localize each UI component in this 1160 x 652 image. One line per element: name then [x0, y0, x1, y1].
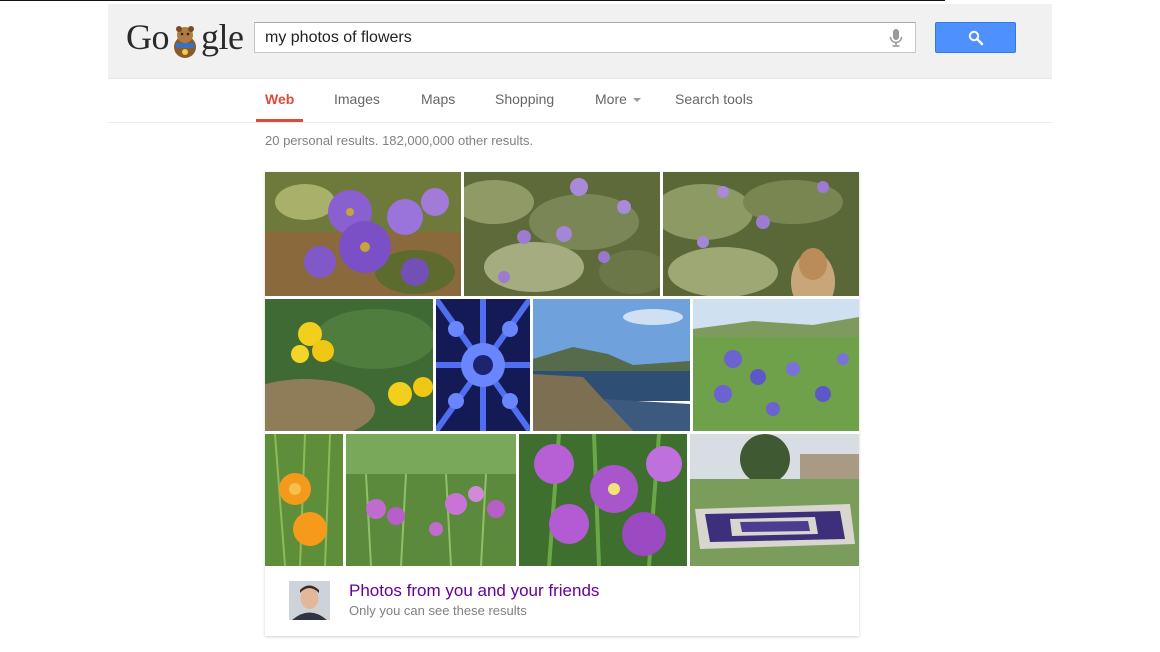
avatar	[289, 581, 330, 620]
tab-more-label: More	[595, 91, 627, 107]
google-doodle-logo[interactable]: Go gle	[126, 14, 244, 60]
results-stats: 20 personal results. 182,000,000 other r…	[265, 133, 534, 148]
search-button[interactable]	[935, 22, 1016, 53]
photo-attribution[interactable]: Photos from you and your friends Only yo…	[265, 568, 859, 636]
tab-more[interactable]: More	[595, 78, 641, 122]
photos-link[interactable]: Photos from you and your friends	[349, 581, 599, 601]
photo-thumbnail[interactable]	[663, 172, 859, 296]
personal-photos-result: Photos from you and your friends Only yo…	[265, 172, 859, 636]
logo-text-start: Go	[126, 17, 170, 57]
tab-web[interactable]: Web	[255, 78, 304, 122]
photo-thumbnail[interactable]	[265, 299, 433, 431]
tab-shopping[interactable]: Shopping	[495, 78, 554, 122]
photo-thumbnail[interactable]	[265, 172, 461, 296]
logo-text-end: gle	[201, 17, 244, 57]
photo-thumbnail[interactable]	[436, 299, 530, 431]
tab-search-tools[interactable]: Search tools	[675, 78, 753, 122]
chevron-down-icon	[632, 98, 641, 103]
photo-thumbnail[interactable]	[519, 434, 687, 566]
microphone-icon[interactable]	[889, 29, 903, 47]
tab-images[interactable]: Images	[334, 78, 380, 122]
tab-maps[interactable]: Maps	[421, 78, 455, 122]
search-header: Go gle my photos of flowers	[108, 4, 1052, 79]
top-border-line	[0, 0, 945, 1]
photo-thumbnail[interactable]	[533, 299, 690, 431]
photo-thumbnail[interactable]	[346, 434, 516, 566]
search-icon	[968, 30, 984, 46]
photo-thumbnail[interactable]	[690, 434, 859, 566]
logo-mascot-icon	[174, 25, 196, 58]
photo-thumbnail[interactable]	[265, 434, 343, 566]
photo-thumbnail[interactable]	[464, 172, 660, 296]
search-results-page: Go gle my photos of flowers Web Images M…	[108, 4, 1052, 652]
search-query-text: my photos of flowers	[265, 29, 412, 46]
photo-thumbnail[interactable]	[693, 299, 859, 431]
search-input[interactable]: my photos of flowers	[254, 22, 916, 53]
search-nav-tabs: Web Images Maps Shopping More Search too…	[108, 78, 1052, 123]
privacy-note: Only you can see these results	[349, 603, 527, 618]
